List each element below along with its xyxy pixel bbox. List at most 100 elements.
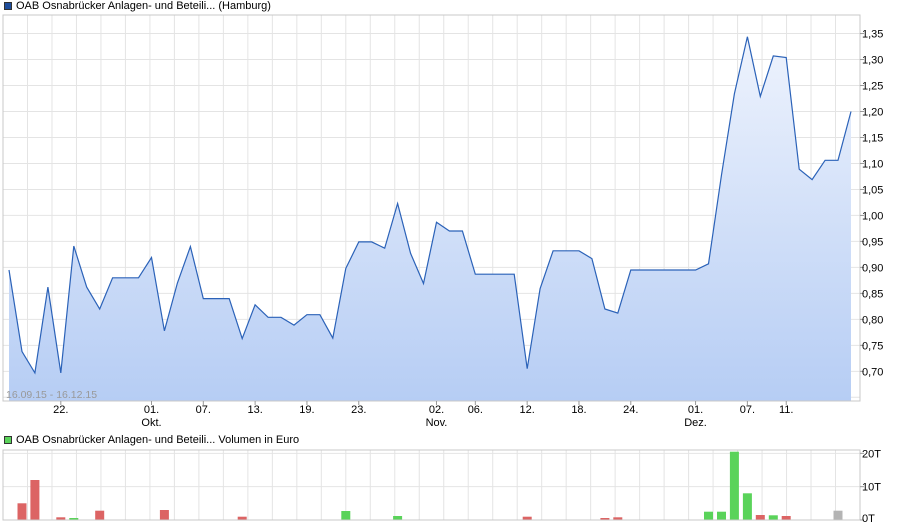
price-point: [305, 313, 308, 316]
price-point: [681, 269, 684, 272]
price-x-tick-label: 19.: [299, 404, 314, 416]
price-point: [383, 247, 386, 250]
price-x-tick-label: 06.: [468, 404, 483, 416]
price-point: [733, 92, 736, 95]
price-y-tick-label: 0,95: [862, 236, 883, 248]
volume-bar: [159, 510, 169, 520]
price-point: [33, 371, 36, 374]
price-point: [21, 350, 24, 353]
price-point: [578, 249, 581, 252]
price-point: [811, 178, 814, 181]
price-x-tick-label: 01.: [144, 404, 159, 416]
volume-bar: [393, 516, 403, 520]
price-y-tick-label: 1,25: [862, 81, 883, 93]
price-point: [655, 269, 658, 272]
price-point: [163, 329, 166, 332]
volume-bar: [781, 516, 791, 520]
price-y-tick-label: 1,30: [862, 55, 883, 67]
price-point: [176, 282, 179, 285]
price-y-tick-label: 1,15: [862, 132, 883, 144]
price-point: [409, 252, 412, 255]
price-point: [798, 168, 801, 171]
price-y-tick-label: 1,35: [862, 29, 883, 41]
price-point: [111, 276, 114, 279]
volume-bar: [833, 510, 843, 520]
month-label: Nov.: [426, 417, 448, 429]
price-point: [772, 54, 775, 57]
price-y-tick-label: 1,10: [862, 158, 883, 170]
price-area-fill: [9, 36, 851, 401]
price-y-tick-label: 1,20: [862, 107, 883, 119]
price-point: [267, 316, 270, 319]
price-x-tick-label: 02.: [429, 404, 444, 416]
price-x-tick-label: 11.: [779, 404, 793, 416]
price-x-tick-label: 12.: [520, 404, 535, 416]
price-point: [759, 95, 762, 98]
price-point: [280, 316, 283, 319]
volume-y-tick-label: 10T: [862, 482, 881, 494]
month-label: Okt.: [141, 417, 161, 429]
price-y-tick-label: 0,90: [862, 262, 883, 274]
volume-bar: [341, 511, 351, 520]
volume-bar: [755, 515, 765, 520]
price-x-tick-label: 07.: [196, 404, 211, 416]
price-point: [720, 173, 723, 176]
price-point: [137, 276, 140, 279]
volume-legend-swatch: [4, 436, 12, 444]
price-x-tick-label: 22.: [53, 404, 68, 416]
price-point: [254, 303, 257, 306]
price-point: [357, 240, 360, 243]
price-chart: 0,70 0,75 0,80 0,85 0,90 0,95 1,00 1,05 1,10 1,15…: [2, 14, 883, 429]
volume-y-tick-label: 0T: [862, 513, 875, 525]
volume-chart: 0T 10T 20T: [2, 448, 881, 525]
price-point: [150, 256, 153, 259]
price-point: [72, 245, 75, 248]
price-point: [318, 313, 321, 316]
price-point: [370, 240, 373, 243]
volume-bar: [742, 493, 752, 520]
price-point: [46, 286, 49, 289]
price-point: [565, 249, 568, 252]
price-point: [694, 269, 697, 272]
price-point: [448, 230, 451, 233]
price-point: [837, 159, 840, 162]
price-point: [435, 221, 438, 224]
price-point: [526, 367, 529, 370]
price-point: [202, 297, 205, 300]
price-x-tick-label: 01.: [688, 404, 703, 416]
price-y-tick-label: 0,85: [862, 288, 883, 300]
price-point: [616, 312, 619, 315]
volume-bar: [768, 515, 778, 520]
price-point: [850, 110, 853, 113]
price-x-tick-label: 24.: [623, 404, 638, 416]
price-point: [513, 273, 516, 276]
price-point: [668, 269, 671, 272]
price-point: [552, 249, 555, 252]
month-label: Dez.: [684, 417, 707, 429]
price-point: [59, 371, 62, 374]
price-point: [785, 56, 788, 59]
volume-y-tick-label: 20T: [862, 448, 881, 460]
price-point: [293, 324, 296, 327]
price-point: [707, 262, 710, 265]
price-point: [124, 276, 127, 279]
price-point: [215, 297, 218, 300]
price-point: [228, 297, 231, 300]
volume-legend-label: OAB Osnabrücker Anlagen- und Beteili... …: [16, 434, 300, 446]
price-x-tick-label: 07.: [740, 404, 755, 416]
price-point: [85, 286, 88, 289]
volume-bar: [17, 503, 27, 520]
volume-bar: [717, 511, 726, 520]
price-point: [824, 159, 827, 162]
price-point: [396, 202, 399, 205]
volume-bar: [704, 511, 713, 520]
price-point: [189, 245, 192, 248]
price-point: [487, 273, 490, 276]
price-point: [603, 308, 606, 311]
volume-legend: OAB Osnabrücker Anlagen- und Beteili... …: [4, 434, 299, 446]
price-y-tick-label: 0,70: [862, 366, 883, 378]
price-point: [642, 269, 645, 272]
price-point: [474, 273, 477, 276]
price-x-tick-label: 18.: [571, 404, 586, 416]
price-point: [590, 257, 593, 260]
